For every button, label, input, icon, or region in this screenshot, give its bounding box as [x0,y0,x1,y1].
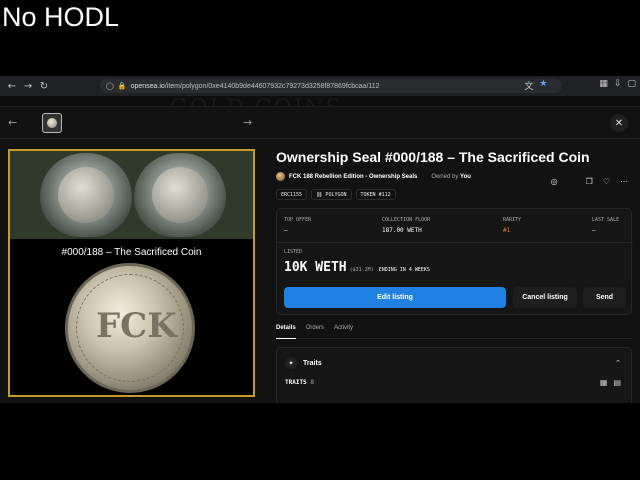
tab-details[interactable]: Details [276,325,296,339]
collection-floor-label: COLLECTION FLOOR [382,217,431,223]
item-thumbnail[interactable] [42,113,62,133]
copy-icon[interactable]: ❐ [586,177,593,186]
cancel-listing-button[interactable]: Cancel listing [513,287,577,308]
address-bar[interactable]: ◯ 🔒 opensea.io/item/polygon/0xe4140b9de4… [100,79,562,93]
globe-icon[interactable]: ◎ [551,177,558,186]
reload-icon[interactable]: ↻ [36,81,52,92]
tab-orders[interactable]: Orders [306,325,324,339]
stats-divider [277,242,633,243]
stats-card: TOP OFFER – COLLECTION FLOOR 187.00 WETH… [276,208,633,315]
share-icon[interactable]: ▢ [627,79,636,92]
traits-card: ✦ Traits ⌃ TRAITS 8 ▦ ▤ [276,347,632,403]
listing-price-row: 10K WETH ($31.2M) ENDING IN 4 WEEKS [284,260,430,275]
owned-by-label: Owned by [431,173,459,180]
bookmark-star-icon[interactable]: ★ [539,79,547,92]
item-tabs: Details Orders Activity [276,325,632,339]
listed-label: LISTED [284,249,303,255]
send-button[interactable]: Send [583,287,626,308]
rarity-stat[interactable]: RARITY #1 [503,217,521,234]
item-modal: ← → ✕ #000/188 – The Sacrificed Coin FCK… [0,106,640,403]
action-spacer [568,177,576,186]
coin-thumbnail-image [47,118,57,128]
close-icon[interactable]: ✕ [610,114,628,132]
shield-icon: ◯ [106,82,114,90]
coin-cylinder-left [40,153,132,237]
traits-count-label: TRAITS [285,379,307,386]
last-sale-label: LAST SALE [592,217,620,223]
next-item-icon[interactable]: → [243,116,252,129]
coin-face-left [58,167,114,223]
traits-view-toggle: ▦ ▤ [600,378,621,387]
listing-price: 10K WETH [284,260,347,275]
more-options-icon[interactable]: ⋯ [620,177,628,186]
last-sale-stat: LAST SALE – [592,217,619,234]
last-sale-value: – [592,227,596,234]
browser-toolbar: ← → ↻ ◯ 🔒 opensea.io/item/polygon/0xe414… [0,76,640,96]
coin-face-right [152,167,208,223]
browser-right-icons: 文 ★ ▦ ⇩ ▢ [524,79,636,92]
traits-count: TRAITS 8 [285,379,314,386]
item-title: Ownership Seal #000/188 – The Sacrificed… [276,149,590,165]
item-info-panel: Ownership Seal #000/188 – The Sacrificed… [276,149,633,403]
sparkle-icon: ✦ [285,357,297,369]
tab-activity[interactable]: Activity [334,325,353,339]
chip-standard: ERC1155 [276,189,308,200]
top-offer-stat: TOP OFFER – [284,217,311,234]
previous-item-icon[interactable]: ← [8,116,17,129]
collection-floor-value: 187.00 WETH [382,227,422,234]
collection-floor-stat: COLLECTION FLOOR 187.00 WETH [382,217,430,234]
browser-window: ← → ↻ ◯ 🔒 opensea.io/item/polygon/0xe414… [0,76,640,403]
forward-arrow-icon[interactable]: → [20,81,36,92]
token-chips: ERC1155 ⛓ POLYGON TOKEN #112 [276,189,632,200]
translate-icon[interactable]: 文 [524,79,533,92]
artwork-top-photo [10,151,253,239]
chip-token-id: TOKEN #112 [355,189,396,200]
coin-engraving: FCK [96,306,177,346]
artwork-caption: #000/188 – The Sacrificed Coin [61,247,202,258]
item-actions: ◎ ❐ ♡ ⋯ [551,177,628,186]
coin-image: FCK [65,263,195,393]
top-offer-value: – [284,227,288,234]
list-view-icon[interactable]: ▤ [613,378,621,387]
collection-avatar [276,172,285,181]
listing-ending: ENDING IN 4 WEEKS [378,267,430,273]
edit-listing-button[interactable]: Edit listing [284,287,506,308]
extensions-icon[interactable]: ▦ [599,79,608,92]
traits-count-value: 8 [310,379,314,386]
overlay-caption: No HODL [2,2,120,32]
rarity-value: #1 [503,227,511,234]
traits-header[interactable]: ✦ Traits [285,357,322,369]
listing-usd: ($31.2M) [349,267,374,273]
grid-view-icon[interactable]: ▦ [600,378,608,387]
traits-heading: Traits [303,359,322,367]
top-offer-label: TOP OFFER [284,217,312,223]
nft-artwork: #000/188 – The Sacrificed Coin FCK [8,149,255,397]
favorite-heart-icon[interactable]: ♡ [603,177,610,186]
owner-info: Owned by You [431,174,471,180]
chevron-up-icon[interactable]: ⌃ [615,359,621,367]
back-arrow-icon[interactable]: ← [4,81,20,92]
lock-icon: 🔒 [117,82,127,90]
url-host: opensea.io [130,82,165,90]
owner-link[interactable]: You [460,174,471,180]
toolbar-spacer [553,79,593,92]
modal-header: ← → ✕ [0,107,640,139]
rarity-label: RARITY [503,217,522,223]
download-icon[interactable]: ⇩ [614,79,622,92]
collection-link[interactable]: FCK 188 Rebellion Edition - Ownership Se… [289,174,417,180]
coin-cylinder-right [134,153,226,237]
url-path: /item/polygon/0xe4140b9de44607932c79273d… [164,82,380,90]
chip-chain: ⛓ POLYGON [311,189,352,200]
